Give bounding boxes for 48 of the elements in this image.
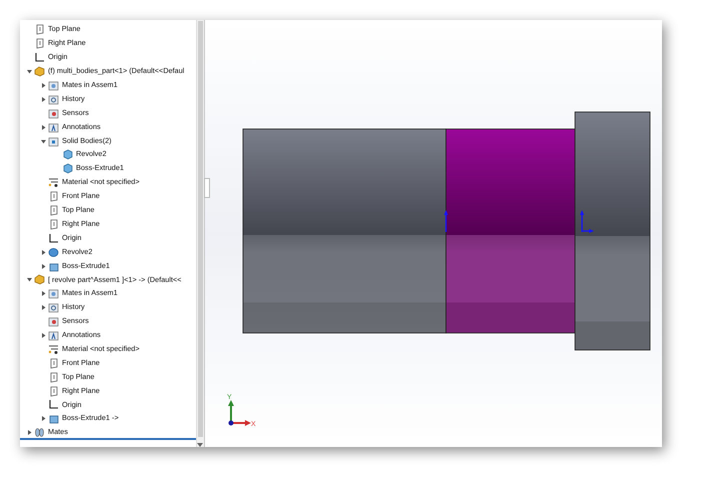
folder-icon — [48, 108, 59, 119]
plane-icon — [48, 205, 59, 216]
folder-icon — [48, 316, 59, 328]
expand-arrow-icon[interactable] — [40, 250, 46, 255]
cube-icon — [62, 149, 73, 160]
expand-arrow-icon[interactable] — [40, 124, 46, 130]
axis-triad-icon — [228, 400, 251, 426]
revolve-icon — [48, 246, 59, 258]
folder-icon — [48, 330, 59, 342]
expand-arrow-icon[interactable] — [26, 430, 32, 436]
part-icon — [34, 66, 45, 78]
origin-axes-icon — [48, 399, 59, 410]
origin-axes-icon — [48, 232, 59, 244]
folder-icon — [48, 80, 59, 91]
plane-icon — [34, 38, 45, 50]
extrude-icon — [48, 260, 59, 272]
collapse-arrow-icon[interactable] — [40, 138, 46, 144]
plane-icon — [48, 372, 59, 383]
part-icon — [34, 274, 45, 286]
expand-arrow-icon[interactable] — [40, 83, 46, 88]
scroll-down-icon[interactable] — [197, 443, 203, 447]
folder-icon — [48, 94, 59, 105]
panel-splitter-handle[interactable] — [204, 178, 210, 198]
material-icon — [48, 344, 59, 355]
plane-icon — [48, 191, 59, 202]
expand-arrow-icon[interactable] — [40, 264, 46, 269]
sketch-origin-icon — [444, 210, 448, 232]
expand-arrow-icon[interactable] — [40, 416, 46, 422]
expand-arrow-icon[interactable] — [40, 291, 46, 296]
origin-axes-icon — [34, 52, 45, 64]
sketch-origin-icon — [580, 210, 594, 233]
cube-icon — [62, 163, 73, 174]
folder-icon — [48, 302, 59, 314]
plane-icon — [48, 218, 59, 230]
collapse-arrow-icon[interactable] — [26, 277, 32, 282]
expand-arrow-icon[interactable] — [40, 305, 46, 310]
expand-arrow-icon[interactable] — [40, 333, 46, 338]
plane-icon — [34, 24, 45, 36]
folder-icon — [48, 122, 59, 133]
scrollbar-thumb[interactable] — [198, 21, 203, 437]
plane-icon — [48, 358, 59, 369]
collapse-arrow-icon[interactable] — [26, 69, 32, 74]
expand-arrow-icon[interactable] — [40, 96, 46, 102]
folder-icon — [48, 136, 59, 147]
material-icon — [48, 177, 59, 188]
folder-icon — [48, 288, 59, 300]
extrude-icon — [48, 413, 59, 424]
plane-icon — [48, 386, 59, 397]
